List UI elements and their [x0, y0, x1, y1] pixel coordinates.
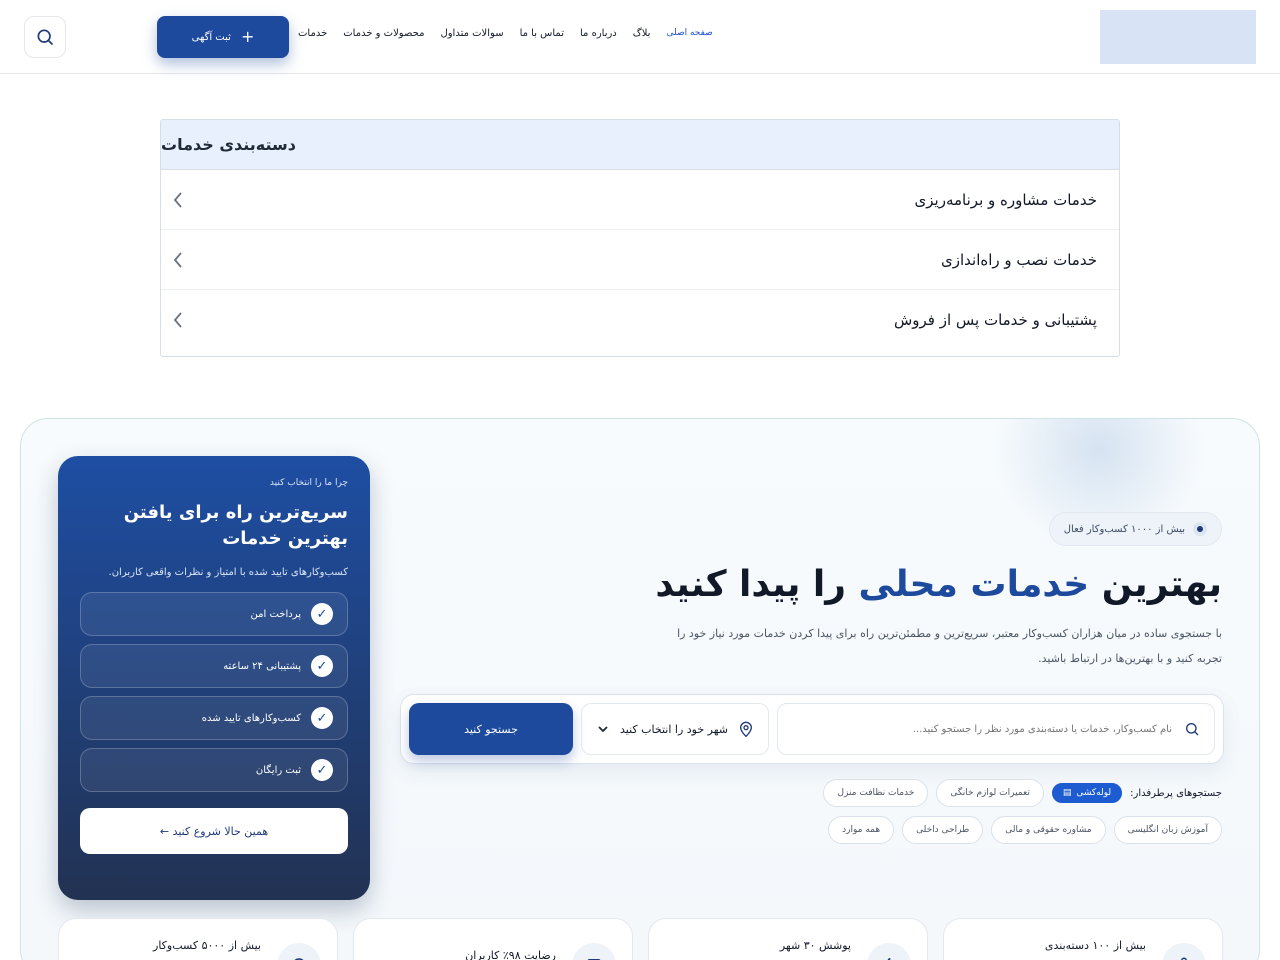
feature-item: پرداخت امن ✓: [80, 592, 348, 636]
stat-title: رضایت ۹۸٪ کاربران: [465, 949, 556, 960]
hero-section: چرا ما را انتخاب کنید سریع‌ترین راه برای…: [20, 418, 1260, 960]
post-ad-label: ثبت آگهی: [191, 31, 231, 43]
lightning-icon: [867, 943, 911, 960]
chevron-left-icon: [173, 312, 182, 328]
chip[interactable]: مشاوره حقوقی و مالی: [991, 816, 1106, 844]
stats-row: بیش از ۵۰۰۰ کسب‌وکار رضایت ۹۸٪ کاربران پ…: [58, 918, 1224, 960]
search-icon: [1186, 723, 1199, 736]
category-menu-item-label: پشتیبانی و خدمات پس از فروش: [893, 311, 1097, 329]
feature-item: پشتیبانی ۲۴ ساعته ✓: [80, 644, 348, 688]
chip[interactable]: تعمیرات لوازم خانگی: [936, 779, 1044, 807]
chip[interactable]: آموزش زبان انگلیسی: [1113, 816, 1222, 844]
main-nav: خدمات محصولات و خدمات سوالات متداول تماس…: [298, 28, 713, 46]
hero-search-bar: جستجو کنید شهر خود را انتخاب کنید: [400, 694, 1224, 764]
category-menu-item[interactable]: خدمات مشاوره و برنامه‌ریزی: [161, 170, 1119, 230]
chip-all[interactable]: همه موارد: [828, 816, 895, 844]
hero-headline: بهترین خدمات محلی را پیدا کنید: [655, 564, 1222, 605]
arrow-left-icon: ←: [159, 824, 173, 838]
stat-title: بیش از ۱۰۰ دسته‌بندی: [1044, 939, 1146, 952]
category-menu-title: دسته‌بندی خدمات: [161, 120, 1119, 170]
stat-title: بیش از ۵۰۰۰ کسب‌وکار: [153, 939, 261, 952]
category-menu: دسته‌بندی خدمات خدمات مشاوره و برنامه‌ری…: [160, 119, 1120, 357]
search-button[interactable]: [24, 16, 66, 58]
popular-searches-label: جستجوهای پرطرفدار:: [1130, 787, 1222, 799]
logo-placeholder[interactable]: [1100, 10, 1256, 64]
post-ad-button[interactable]: ثبت آگهی +: [157, 16, 289, 58]
feature-item: ثبت رایگان ✓: [80, 748, 348, 792]
stat-title: پوشش ۳۰ شهر: [779, 939, 851, 952]
top-navigation-bar: ثبت آگهی + خدمات محصولات و خدمات سوالات …: [0, 0, 1280, 74]
search-icon: [37, 29, 54, 46]
headline-part1: بهترین: [1101, 564, 1222, 605]
check-icon: ✓: [311, 707, 333, 729]
category-menu-item-label: خدمات مشاوره و برنامه‌ریزی: [914, 190, 1097, 209]
chevron-left-icon: [173, 251, 182, 268]
feature-item: کسب‌وکارهای تایید شده ✓: [80, 696, 348, 740]
map-pin-icon: [739, 721, 753, 738]
stat-card: رضایت ۹۸٪ کاربران: [353, 918, 633, 960]
building-icon: [277, 943, 321, 960]
stat-card: بیش از ۱۰۰ دسته‌بندی: [943, 918, 1223, 960]
nav-item-about[interactable]: درباره ما: [580, 28, 617, 46]
feature-label: ثبت رایگان: [255, 764, 301, 776]
calendar-icon: ▤: [1062, 788, 1072, 798]
nav-item-services[interactable]: خدمات: [298, 28, 327, 46]
headline-highlight: خدمات محلی: [858, 564, 1090, 605]
headline-part2: را پیدا کنید: [655, 564, 846, 605]
category-menu-item-label: خدمات نصب و راه‌اندازی: [941, 250, 1097, 269]
card-title: سریع‌ترین راه برای یافتن بهترین خدمات: [123, 502, 348, 549]
chip-label: لوله‌کشی: [1076, 788, 1112, 798]
feature-label: کسب‌وکارهای تایید شده: [201, 712, 301, 724]
location-value: شهر خود را انتخاب کنید: [620, 722, 728, 736]
card-eyebrow: چرا ما را انتخاب کنید: [269, 478, 348, 488]
shopping-bag-icon: [1162, 943, 1206, 960]
check-icon: ✓: [311, 655, 333, 677]
stat-card: پوشش ۳۰ شهر: [648, 918, 928, 960]
chip-active[interactable]: لوله‌کشی ▤: [1051, 783, 1123, 803]
plus-icon: +: [240, 27, 255, 46]
nav-item-products[interactable]: محصولات و خدمات: [343, 28, 424, 46]
badge-label: بیش از ۱۰۰۰ کسب‌وکار فعال: [1063, 523, 1185, 535]
location-select[interactable]: شهر خود را انتخاب کنید: [581, 703, 769, 755]
nav-item-blog[interactable]: بلاگ: [633, 28, 651, 46]
chip[interactable]: طراحی داخلی: [902, 816, 984, 844]
chevron-down-icon: [598, 726, 608, 733]
get-started-button[interactable]: همین حالا شروع کنید ←: [80, 808, 348, 854]
nav-item-faq[interactable]: سوالات متداول: [440, 28, 503, 46]
feature-label: پشتیبانی ۲۴ ساعته: [223, 660, 301, 672]
search-submit-button[interactable]: جستجو کنید: [409, 703, 573, 755]
popular-searches-row-2: آموزش زبان انگلیسی مشاوره حقوقی و مالی ط…: [828, 816, 1222, 844]
check-icon: ✓: [311, 759, 333, 781]
category-menu-item[interactable]: خدمات نصب و راه‌اندازی: [161, 230, 1119, 290]
chip[interactable]: خدمات نظافت منزل: [823, 779, 929, 807]
check-icon: ✓: [311, 603, 333, 625]
popular-searches-row: جستجوهای پرطرفدار: لوله‌کشی ▤ تعمیرات لو…: [823, 779, 1222, 807]
nav-item-home[interactable]: صفحه اصلی: [666, 28, 712, 46]
card-description: کسب‌وکارهای تایید شده با امتیاز و نظرات …: [108, 567, 348, 578]
hero-subtext: با جستجوی ساده در میان هزاران کسب‌وکار م…: [677, 627, 1222, 665]
search-input[interactable]: [792, 723, 1172, 735]
nav-item-contact[interactable]: تماس با ما: [520, 28, 564, 46]
status-badge: بیش از ۱۰۰۰ کسب‌وکار فعال: [1048, 512, 1222, 546]
get-started-label: همین حالا شروع کنید: [172, 824, 269, 838]
why-us-card: چرا ما را انتخاب کنید سریع‌ترین راه برای…: [58, 456, 370, 900]
chevron-left-icon: [173, 191, 182, 208]
stat-card: بیش از ۵۰۰۰ کسب‌وکار: [58, 918, 338, 960]
category-menu-item[interactable]: پشتیبانی و خدمات پس از فروش: [161, 290, 1119, 350]
calendar-icon: [572, 943, 616, 960]
search-field[interactable]: [777, 703, 1215, 755]
badge-dot-icon: [1193, 522, 1207, 536]
feature-label: پرداخت امن: [250, 608, 301, 620]
